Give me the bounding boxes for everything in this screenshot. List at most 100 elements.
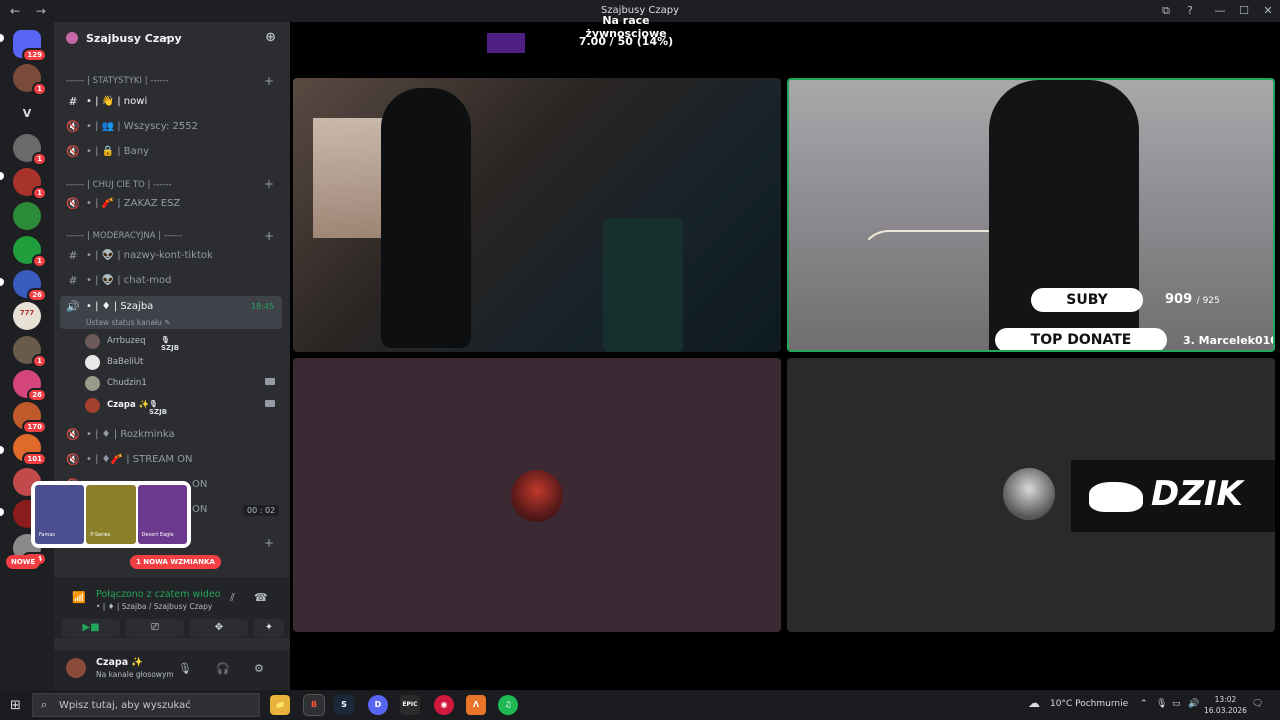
network-icon[interactable]: ▭ bbox=[1172, 699, 1181, 709]
settings-gear-icon[interactable]: ⚙ bbox=[254, 662, 264, 675]
server-icon[interactable]: 26 bbox=[13, 270, 47, 302]
reward-popup[interactable]: Famas P-Series Desert Eagle bbox=[31, 481, 191, 548]
reward-card: P-Series bbox=[86, 485, 136, 544]
unread-indicator bbox=[0, 34, 4, 42]
avatar[interactable] bbox=[66, 658, 86, 678]
server-icon[interactable]: V bbox=[13, 100, 41, 128]
steam-icon[interactable]: S bbox=[334, 695, 354, 715]
channel-rozkminka[interactable]: 🔇 • | ♦ | Rozkminka bbox=[60, 424, 282, 446]
voice-locked-icon: 🔇 bbox=[66, 197, 80, 210]
microphone-icon[interactable]: 🎙 bbox=[1156, 699, 1167, 709]
soundboard-button[interactable]: ✦ bbox=[254, 619, 284, 637]
discord-icon[interactable]: D bbox=[368, 695, 388, 715]
notifications-icon[interactable]: 🗨 bbox=[1252, 699, 1263, 709]
channel-bany[interactable]: 🔇 • | 🔒 | Bany bbox=[60, 141, 282, 163]
signal-icon[interactable]: 📶 bbox=[72, 591, 86, 604]
voice-locked-icon: 🔇 bbox=[66, 453, 80, 466]
server-icon[interactable]: 101 bbox=[13, 434, 47, 466]
channel-label: ON bbox=[192, 479, 208, 490]
activities-button[interactable]: ✥ bbox=[190, 619, 248, 637]
reward-card: Desert Eagle bbox=[137, 485, 187, 544]
video-tile-avatar[interactable] bbox=[293, 358, 781, 632]
noise-suppression-icon[interactable]: ⫽ bbox=[230, 591, 235, 605]
headphones-icon[interactable]: 🎧 bbox=[216, 662, 230, 675]
video-tile-stream[interactable]: SUBY 909 / 925 TOP DONATE 3. Marcelek010… bbox=[787, 78, 1275, 352]
voice-user-name: BaBeliUt bbox=[107, 357, 144, 367]
app-icon[interactable]: ◉ bbox=[434, 695, 454, 715]
server-icon[interactable] bbox=[13, 202, 41, 230]
subs-value: 909 / 925 bbox=[1165, 292, 1220, 307]
server-icon[interactable]: 777 bbox=[13, 302, 41, 330]
weather-text[interactable]: 10°C Pochmurnie bbox=[1050, 699, 1128, 709]
server-header[interactable]: Szajbusy Czapy ⌄ ⊕ bbox=[54, 22, 290, 54]
inbox-icon[interactable]: ⧉ bbox=[1154, 0, 1178, 22]
server-icon[interactable]: 1 bbox=[13, 336, 47, 368]
channel-chat-mod[interactable]: # • | 👽 | chat-mod bbox=[60, 270, 282, 292]
add-channel-icon[interactable]: + bbox=[264, 74, 274, 88]
channel-label: • | 👽 | nazwy-kont-tiktok bbox=[86, 250, 213, 261]
avatar bbox=[511, 470, 563, 522]
clock-date: 16.03.2026 bbox=[1204, 706, 1247, 715]
disconnect-icon[interactable]: ☎ bbox=[254, 591, 268, 604]
brave-browser-icon[interactable]: B bbox=[303, 694, 325, 716]
set-channel-status[interactable]: Ustaw status kanału ✎ bbox=[86, 318, 171, 327]
server-icon[interactable]: 1 bbox=[13, 64, 47, 96]
add-channel-icon[interactable]: + bbox=[264, 229, 274, 243]
maximize-button[interactable]: ☐ bbox=[1232, 0, 1256, 22]
video-tile-avatar[interactable]: DZIK bbox=[787, 358, 1275, 632]
chevron-up-icon[interactable]: ⌃ bbox=[1140, 699, 1148, 709]
cloud-icon[interactable]: ☁ bbox=[1028, 696, 1040, 710]
connection-location[interactable]: • | ♦ | Szajba / Szajbusy Czapy bbox=[96, 602, 212, 611]
server-icon[interactable]: 1 bbox=[13, 168, 47, 200]
mention-badge: 129 bbox=[22, 48, 47, 62]
channel-szajba[interactable]: 🔊 • | ♦ | Szajba 18:45 Ustaw status kana… bbox=[60, 296, 282, 329]
volume-icon[interactable]: 🔊 bbox=[1188, 699, 1199, 709]
new-badge[interactable]: NOWE bbox=[6, 555, 41, 569]
text-channel-icon: # bbox=[68, 95, 78, 108]
goal-progress-bar bbox=[487, 33, 525, 53]
search-icon: ⌕ bbox=[41, 698, 48, 711]
user-name[interactable]: Czapa ✨ bbox=[96, 657, 143, 668]
server-icon[interactable]: 129 bbox=[13, 30, 47, 62]
taskbar-search[interactable]: ⌕ Wpisz tutaj, aby wyszukać bbox=[32, 693, 260, 717]
add-member-icon[interactable]: ⊕ bbox=[265, 30, 276, 45]
server-icon[interactable]: 26 bbox=[13, 370, 47, 402]
server-icon[interactable]: 1 bbox=[13, 134, 47, 166]
channel-label: • | 🧨 | ZAKAZ ESZ bbox=[86, 198, 181, 209]
channel-zakaz-esz[interactable]: 🔇 • | 🧨 | ZAKAZ ESZ bbox=[60, 193, 282, 215]
category-moderacyjna[interactable]: ------ | MODERACYJNA | ------ bbox=[66, 231, 182, 241]
server-icon[interactable]: 1 bbox=[13, 236, 47, 268]
windows-start-icon[interactable]: ⊞ bbox=[10, 698, 21, 713]
epic-games-icon[interactable]: EPIC bbox=[400, 695, 420, 715]
add-channel-icon[interactable]: + bbox=[264, 536, 274, 550]
connection-status[interactable]: Połączono z czatem wideo bbox=[96, 589, 221, 600]
channel-nazwy-kont-tiktok[interactable]: # • | 👽 | nazwy-kont-tiktok bbox=[60, 245, 282, 267]
spotify-icon[interactable]: ♫ bbox=[498, 695, 518, 715]
card-name: P-Series bbox=[90, 532, 111, 538]
system-clock[interactable]: 13:02 16.03.2026 bbox=[1204, 694, 1247, 716]
user-tag: 🎙 SZJB bbox=[149, 400, 168, 416]
microphone-icon[interactable]: 🎙 bbox=[178, 662, 192, 675]
camera-icon bbox=[265, 378, 275, 385]
add-channel-icon[interactable]: + bbox=[264, 177, 274, 191]
app-icon[interactable]: Λ bbox=[466, 695, 486, 715]
mention-badge: 1 bbox=[32, 82, 47, 96]
server-icon[interactable]: 170 bbox=[13, 402, 47, 434]
minimize-button[interactable]: — bbox=[1208, 0, 1232, 22]
reward-card: Famas bbox=[35, 485, 85, 544]
screen-share-button[interactable]: ⎚ bbox=[126, 619, 184, 637]
goal-value: 7.00 / 50 (14%) bbox=[578, 35, 674, 48]
help-icon[interactable]: ? bbox=[1178, 0, 1202, 22]
channel-nowi[interactable]: # • | 👋 | nowi bbox=[60, 91, 282, 113]
channel-wszyscy[interactable]: 🔇 • | 👥 | Wszyscy: 2552 bbox=[60, 116, 282, 138]
channel-label: ON bbox=[192, 504, 208, 515]
video-tile[interactable] bbox=[293, 78, 781, 352]
close-button[interactable]: ✕ bbox=[1256, 0, 1280, 22]
new-mention-badge[interactable]: 1 NOWA WZMIANKA bbox=[130, 555, 221, 569]
unread-indicator bbox=[0, 446, 4, 454]
category-statystyki[interactable]: ------ | STATYSTYKI | ------ bbox=[66, 76, 169, 86]
category-chuj-cie-to[interactable]: ------ | CHUJ CIE TO | ------ bbox=[66, 180, 172, 190]
file-explorer-icon[interactable]: 📁 bbox=[270, 695, 290, 715]
camera-button[interactable]: ▶■ bbox=[62, 619, 120, 637]
channel-stream-on[interactable]: 🔇 • | ♦🧨 | STREAM ON bbox=[60, 449, 282, 471]
